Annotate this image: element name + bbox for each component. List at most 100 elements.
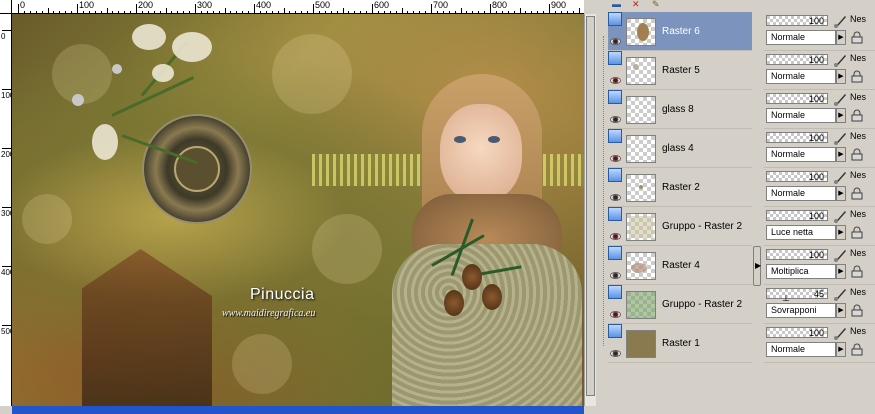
slider-caret-icon[interactable]: ⊥ bbox=[782, 294, 790, 303]
layer-type-icon[interactable] bbox=[608, 246, 622, 260]
layer-name: Raster 5 bbox=[662, 65, 700, 76]
layer-row[interactable]: Raster 2 bbox=[608, 168, 752, 207]
layer-row[interactable]: Gruppo - Raster 2 bbox=[608, 285, 752, 324]
scrollbar-thumb[interactable] bbox=[586, 16, 595, 396]
opacity-value: 100 bbox=[808, 250, 824, 260]
layer-row[interactable]: Raster 1 bbox=[608, 324, 752, 363]
layers-toolbar: ▬ ✕ ✎ bbox=[608, 0, 768, 9]
pinecone bbox=[482, 284, 502, 310]
blend-mode-select[interactable]: Normale bbox=[766, 30, 836, 45]
girl-portrait bbox=[392, 74, 582, 406]
layer-type-icon[interactable] bbox=[608, 207, 622, 221]
brush-icon[interactable] bbox=[832, 13, 848, 29]
layer-row[interactable]: glass 4 bbox=[608, 129, 752, 168]
opacity-slider[interactable]: 100 bbox=[766, 54, 828, 65]
layer-type-icon[interactable] bbox=[608, 90, 622, 104]
blend-dropdown-arrow-icon[interactable]: ▶ bbox=[836, 264, 846, 279]
document-canvas[interactable]: Pinuccia www.maidiregrafica.eu bbox=[12, 14, 584, 406]
layer-type-icon[interactable] bbox=[608, 51, 622, 65]
blend-mode-select[interactable]: Sovrapponi bbox=[766, 303, 836, 318]
opacity-slider[interactable]: 100 bbox=[766, 171, 828, 182]
blend-dropdown-arrow-icon[interactable]: ▶ bbox=[836, 342, 846, 357]
blend-dropdown-arrow-icon[interactable]: ▶ bbox=[836, 303, 846, 318]
opacity-slider[interactable]: 100 bbox=[766, 93, 828, 104]
layer-type-icon[interactable] bbox=[608, 168, 622, 182]
layer-row[interactable]: glass 8 bbox=[608, 90, 752, 129]
layer-row[interactable]: Raster 6 bbox=[608, 12, 752, 51]
lock-icon[interactable] bbox=[850, 109, 864, 122]
brush-icon[interactable] bbox=[832, 208, 848, 224]
eye-icon[interactable] bbox=[610, 311, 621, 318]
blend-mode-select[interactable]: Normale bbox=[766, 108, 836, 123]
eye-icon[interactable] bbox=[610, 350, 621, 357]
lock-icon[interactable] bbox=[850, 187, 864, 200]
brush-icon[interactable] bbox=[832, 169, 848, 185]
girl-eye bbox=[488, 136, 500, 143]
horizontal-scrollbar[interactable] bbox=[12, 406, 584, 414]
flower-ornament bbox=[52, 24, 242, 174]
opacity-slider[interactable]: 100 bbox=[766, 249, 828, 260]
opacity-value: 45 bbox=[813, 289, 824, 299]
eye-icon[interactable] bbox=[610, 116, 621, 123]
delete-layer-icon[interactable]: ✕ bbox=[632, 0, 640, 9]
vertical-ruler: 0 100 200 300 400 500 bbox=[0, 14, 12, 406]
blend-dropdown-arrow-icon[interactable]: ▶ bbox=[836, 108, 846, 123]
layer-option-label: Nes bbox=[850, 287, 867, 297]
thumbnail-content bbox=[627, 331, 655, 357]
blend-mode-select[interactable]: Normale bbox=[766, 147, 836, 162]
vertical-scrollbar[interactable] bbox=[584, 14, 596, 406]
layer-properties-row: 100 Nes Normale ▶ bbox=[764, 324, 875, 363]
layer-type-icon[interactable] bbox=[608, 129, 622, 143]
blend-dropdown-arrow-icon[interactable]: ▶ bbox=[836, 225, 846, 240]
brush-icon[interactable] bbox=[832, 52, 848, 68]
flower-petal bbox=[92, 124, 118, 160]
blend-mode-select[interactable]: Normale bbox=[766, 69, 836, 84]
blend-dropdown-arrow-icon[interactable]: ▶ bbox=[836, 69, 846, 84]
lock-icon[interactable] bbox=[850, 265, 864, 278]
blend-mode-select[interactable]: Moltiplica bbox=[766, 264, 836, 279]
opacity-slider[interactable]: ⊥ 45 bbox=[766, 288, 828, 303]
opacity-slider[interactable]: 100 bbox=[766, 327, 828, 338]
lock-icon[interactable] bbox=[850, 343, 864, 356]
layer-row[interactable]: Gruppo - Raster 2 bbox=[608, 207, 752, 246]
blend-dropdown-arrow-icon[interactable]: ▶ bbox=[836, 186, 846, 201]
layer-properties-row: ⊥ 45 Nes Sovrapponi ▶ bbox=[764, 285, 875, 324]
brush-icon[interactable] bbox=[832, 325, 848, 341]
blend-mode-select[interactable]: Normale bbox=[766, 186, 836, 201]
blend-mode-select[interactable]: Normale bbox=[766, 342, 836, 357]
brush-icon[interactable] bbox=[832, 91, 848, 107]
layer-type-icon[interactable] bbox=[608, 324, 622, 338]
lock-icon[interactable] bbox=[850, 31, 864, 44]
layer-option-label: Nes bbox=[850, 170, 867, 180]
ruler-tick bbox=[2, 148, 11, 149]
eye-icon[interactable] bbox=[610, 155, 621, 162]
lock-icon[interactable] bbox=[850, 226, 864, 239]
eye-icon[interactable] bbox=[610, 194, 621, 201]
eye-icon[interactable] bbox=[610, 77, 621, 84]
layer-type-icon[interactable] bbox=[608, 12, 622, 26]
layer-type-icon[interactable] bbox=[608, 285, 622, 299]
blend-dropdown-arrow-icon[interactable]: ▶ bbox=[836, 147, 846, 162]
eye-icon[interactable] bbox=[610, 233, 621, 240]
lock-icon[interactable] bbox=[850, 148, 864, 161]
layer-name: Raster 1 bbox=[662, 338, 700, 349]
opacity-slider[interactable]: 100 bbox=[766, 210, 828, 221]
opacity-slider[interactable]: 100 bbox=[766, 15, 828, 26]
brush-icon[interactable] bbox=[832, 130, 848, 146]
opacity-slider[interactable]: 100 bbox=[766, 132, 828, 143]
eye-icon[interactable] bbox=[610, 38, 621, 45]
blend-mode-select[interactable]: Luce netta bbox=[766, 225, 836, 240]
layer-row[interactable]: Raster 4 bbox=[608, 246, 752, 285]
ruler-tick bbox=[195, 4, 196, 13]
new-layer-icon[interactable]: ▬ bbox=[612, 0, 621, 9]
lock-icon[interactable] bbox=[850, 304, 864, 317]
blend-dropdown-arrow-icon[interactable]: ▶ bbox=[836, 30, 846, 45]
layer-row[interactable]: Raster 5 bbox=[608, 51, 752, 90]
brush-icon[interactable] bbox=[832, 286, 848, 302]
horizontal-ruler: 0 100 200 300 400 500 600 700 800 900 bbox=[12, 0, 584, 14]
palette-splitter[interactable]: ▶ bbox=[753, 246, 761, 286]
lock-icon[interactable] bbox=[850, 70, 864, 83]
edit-icon[interactable]: ✎ bbox=[652, 0, 660, 9]
brush-icon[interactable] bbox=[832, 247, 848, 263]
eye-icon[interactable] bbox=[610, 272, 621, 279]
